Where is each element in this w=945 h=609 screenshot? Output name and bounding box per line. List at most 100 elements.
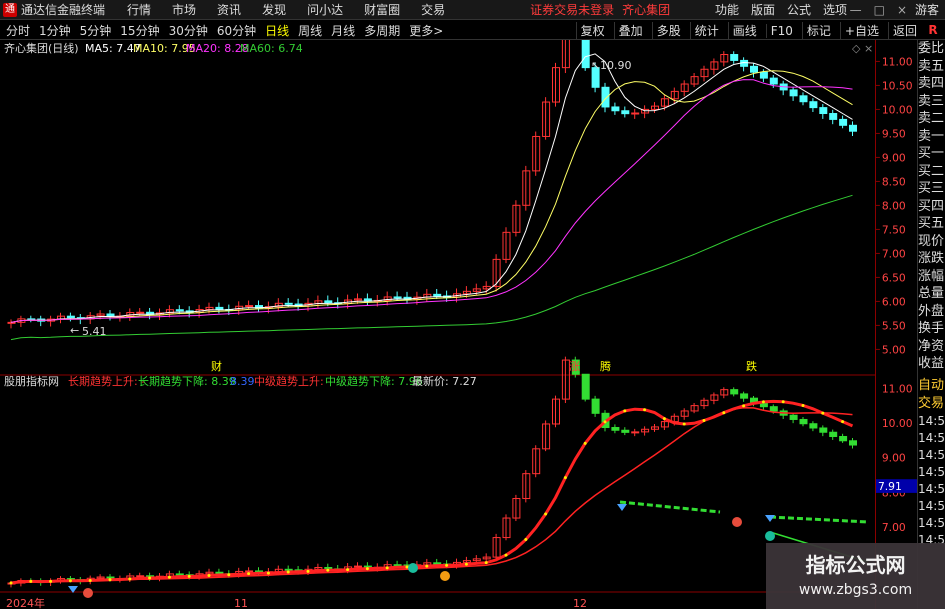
candle-body	[799, 95, 808, 103]
candle-body	[839, 118, 848, 126]
event-marker-die[interactable]: 跌	[746, 359, 757, 373]
trend-dot	[781, 400, 785, 404]
tool-draw[interactable]: 画线	[727, 22, 757, 39]
high-price-label: 10.90	[600, 59, 632, 72]
event-marker-zhang[interactable]: 涨	[569, 360, 580, 373]
sub-body	[175, 573, 184, 576]
low-price-label: 5.41	[82, 325, 107, 338]
candle-body	[245, 305, 254, 308]
period-1min[interactable]: 1分钟	[39, 22, 71, 39]
login-notice[interactable]: 证券交易未登录	[530, 1, 614, 18]
candle-body	[215, 306, 224, 310]
menu-item-news[interactable]: 资讯	[217, 1, 241, 18]
tool-add-watch[interactable]: +自选	[839, 22, 879, 39]
menu-item-market[interactable]: 市场	[172, 1, 196, 18]
candle-body	[284, 302, 293, 305]
tool-f10[interactable]: F10	[765, 23, 793, 38]
trend-dot	[761, 400, 765, 404]
side-time-6: 14:56	[918, 515, 945, 530]
tool-adjust[interactable]: 复权	[575, 22, 605, 39]
trend-line-thin	[10, 407, 853, 584]
main-axis-tick: 5.00	[882, 343, 906, 356]
candle-body	[849, 124, 857, 132]
settings-diamond-icon[interactable]: ◇	[852, 42, 861, 55]
side-time-3: 14:56	[918, 464, 945, 479]
guest-label[interactable]: 游客	[915, 1, 939, 18]
panel-close-icon[interactable]: ×	[864, 42, 873, 55]
candle-body	[759, 71, 768, 79]
menu-options[interactable]: 选项	[823, 1, 847, 18]
menu-item-discover[interactable]: 发现	[262, 1, 286, 18]
side-field-0: 委比	[918, 41, 945, 56]
side-trade[interactable]: 交易	[918, 395, 945, 413]
event-marker-cai[interactable]: 财	[211, 359, 222, 373]
period-more[interactable]: 更多>	[409, 22, 443, 39]
signal-up-icon	[440, 571, 450, 581]
side-auto[interactable]: 自动	[918, 377, 945, 395]
side-field-11: 现价	[918, 233, 945, 249]
tool-multi-stock[interactable]: 多股	[651, 22, 681, 39]
sub-body	[740, 393, 749, 399]
stock-name-top: 齐心集团	[622, 3, 671, 17]
close-icon[interactable]: ×	[897, 3, 907, 17]
watermark-title: 指标公式网	[805, 553, 906, 577]
menu-formula[interactable]: 公式	[787, 1, 811, 18]
sub-body	[245, 570, 254, 573]
menu-function[interactable]: 功能	[715, 1, 739, 18]
trend-dot	[702, 419, 706, 423]
period-monthly[interactable]: 月线	[331, 22, 355, 39]
side-field-4: 卖二	[918, 111, 945, 126]
trend-dot	[742, 404, 746, 408]
side-field-3: 卖三	[918, 93, 945, 109]
period-5min[interactable]: 5分钟	[80, 22, 112, 39]
trend-dot	[29, 579, 33, 583]
ma20-line	[10, 79, 853, 323]
candle-body	[621, 110, 630, 115]
sub-body	[611, 427, 620, 431]
tool-overlay[interactable]: 叠加	[613, 22, 643, 39]
period-60min[interactable]: 60分钟	[217, 22, 256, 39]
trend-dot	[801, 404, 805, 408]
side-time-4: 14:56	[918, 481, 945, 496]
sub-body	[730, 389, 739, 395]
period-30min[interactable]: 30分钟	[169, 22, 208, 39]
candle-body	[106, 313, 115, 317]
trend-dot	[445, 563, 449, 567]
ma60-label: MA60: 6.74	[240, 42, 303, 55]
sub-body	[799, 418, 808, 425]
low-arrow-icon: ←	[70, 324, 79, 337]
maximize-icon[interactable]: □	[874, 3, 885, 17]
trend-dot	[88, 578, 92, 582]
trend-dot	[227, 573, 231, 577]
sub-body	[581, 373, 590, 400]
sub-axis-tick: 7.00	[882, 521, 906, 534]
period-15min[interactable]: 15分钟	[120, 22, 159, 39]
tool-stats[interactable]: 统计	[689, 22, 719, 39]
minimize-icon[interactable]: —	[850, 3, 862, 17]
menu-item-trade[interactable]: 交易	[421, 1, 445, 18]
candle-body	[393, 296, 402, 299]
period-weekly[interactable]: 周线	[298, 22, 322, 39]
candle-body	[819, 107, 828, 115]
side-field-13: 涨幅	[918, 268, 945, 284]
side-field-14: 总量	[918, 286, 945, 301]
corner-r[interactable]: R	[921, 21, 945, 40]
menu-layout[interactable]: 版面	[751, 1, 775, 18]
signal-down-icon	[408, 563, 418, 573]
trend-dot	[425, 564, 429, 568]
period-daily[interactable]: 日线	[265, 22, 289, 39]
trend-dot	[563, 476, 567, 480]
menu-item-ask[interactable]: 问小达	[307, 1, 343, 18]
tool-back[interactable]: 返回	[887, 22, 917, 39]
candle-body	[433, 293, 442, 297]
period-intraday[interactable]: 分时	[6, 22, 30, 39]
event-marker-teng[interactable]: 腾	[600, 359, 611, 373]
trend-dot	[544, 512, 548, 516]
candle-body	[581, 40, 590, 69]
period-multi[interactable]: 多周期	[364, 22, 400, 39]
menu-item-quotes[interactable]: 行情	[127, 1, 151, 18]
sub-body	[631, 431, 640, 434]
tool-mark[interactable]: 标记	[801, 22, 831, 39]
kline-chart[interactable]: 齐心集团(日线) MA5: 7.47 MA10: 7.95 MA20: 8.28…	[0, 40, 875, 609]
menu-item-wealth[interactable]: 财富圈	[364, 1, 400, 18]
